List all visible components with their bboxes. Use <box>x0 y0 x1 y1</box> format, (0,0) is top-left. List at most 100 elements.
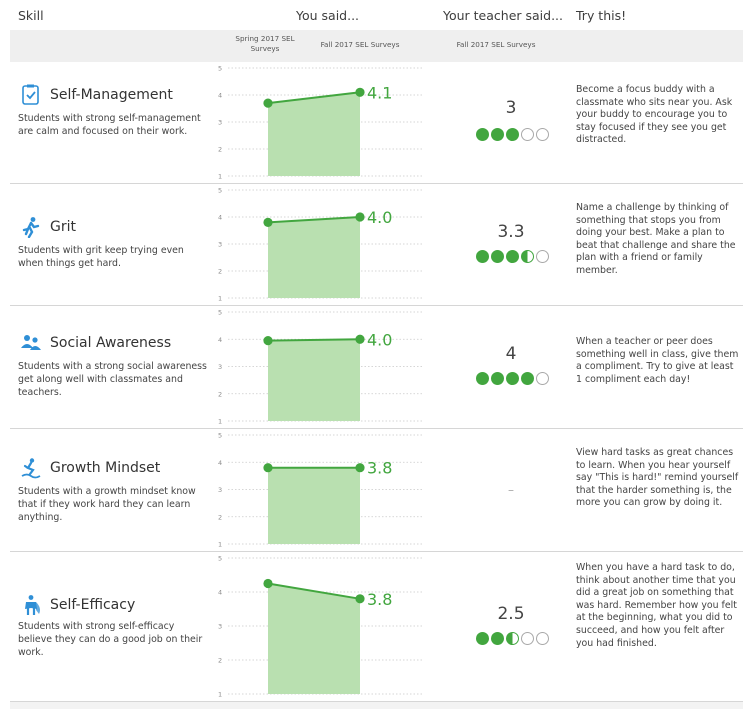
y-tick-label: 2 <box>218 268 222 276</box>
try-this-tip: View hard tasks as great chances to lear… <box>576 447 739 509</box>
rating-dot-empty <box>535 128 549 141</box>
rating-dot-full <box>475 372 489 385</box>
fall-score-label: 3.8 <box>367 590 392 609</box>
spring-point <box>263 217 273 227</box>
y-tick-label: 3 <box>218 241 222 249</box>
header-try-this: Try this! <box>576 8 627 23</box>
y-tick-label: 2 <box>218 657 222 665</box>
rating-dot-full <box>520 372 534 385</box>
score-area <box>268 217 360 298</box>
rating-dot-empty <box>535 372 549 385</box>
teacher-fall-survey-label: Fall 2017 SEL Surveys <box>456 40 536 49</box>
y-tick-label: 5 <box>218 187 222 195</box>
skill-row: Self-Management Students with strong self… <box>10 62 743 184</box>
skill-description: Students with grit keep trying even when… <box>18 245 184 269</box>
spring-point <box>263 578 273 589</box>
score-chart: 1 2 3 4 5 3.8 <box>218 555 422 699</box>
skill-row: Growth Mindset Students with a growth min… <box>10 429 743 552</box>
skill-row: Grit Students with grit keep trying even … <box>10 184 743 306</box>
rating-dot-full <box>490 250 504 263</box>
y-tick-label: 2 <box>218 390 222 398</box>
y-tick-label: 1 <box>218 173 222 181</box>
y-tick-label: 3 <box>218 119 222 127</box>
table-header: Skill You said... Your teacher said... T… <box>0 0 743 30</box>
fall-score-label: 3.8 <box>367 459 392 478</box>
skill-description: Students with a growth mindset know that… <box>18 486 196 523</box>
rating-dot-full <box>505 372 519 385</box>
skill-row: Social Awareness Students with a strong s… <box>10 306 743 429</box>
score-chart: 1 2 3 4 5 3.8 <box>218 432 422 549</box>
header-skill: Skill <box>18 8 44 23</box>
y-tick-label: 1 <box>218 691 222 699</box>
spring-point <box>263 336 273 346</box>
rating-dot-half <box>520 250 534 263</box>
survey-subheader: Spring 2017 SEL Surveys Fall 2017 SEL Su… <box>10 30 743 62</box>
teacher-score-missing: – <box>508 483 514 497</box>
fall-point <box>355 463 365 473</box>
fall-point <box>355 334 365 344</box>
skill-title: Self-Efficacy <box>20 594 135 616</box>
score-area <box>268 583 360 694</box>
fall-score-label: 4.1 <box>367 83 392 102</box>
skill-row: Self-Efficacy Students with strong self-e… <box>10 552 743 702</box>
skill-title: Growth Mindset <box>20 457 160 479</box>
y-tick-label: 3 <box>218 623 222 631</box>
teacher-score: 3.3 <box>497 222 525 242</box>
y-tick-label: 5 <box>218 309 222 317</box>
skill-name: Self-Management <box>50 87 173 103</box>
fall-score-label: 4.0 <box>367 330 392 349</box>
rating-dot-half <box>505 632 519 645</box>
skill-name: Growth Mindset <box>50 460 161 476</box>
footer-shade <box>10 702 743 709</box>
spring-point <box>263 98 273 108</box>
rating-dot-full <box>475 128 489 141</box>
clipboard-check-icon <box>20 84 42 106</box>
score-chart: 1 2 3 4 5 4.1 <box>218 65 422 181</box>
try-this-tip: When you have a hard task to do, think a… <box>576 562 737 649</box>
superhero-icon <box>20 594 42 616</box>
skill-name: Grit <box>50 219 76 235</box>
score-chart: 1 2 3 4 5 4.0 <box>218 187 422 303</box>
score-area <box>268 339 360 421</box>
rating-dot-full <box>475 250 489 263</box>
skill-name: Self-Efficacy <box>50 597 136 613</box>
y-tick-label: 1 <box>218 541 222 549</box>
y-tick-label: 3 <box>218 486 222 494</box>
rating-dot-empty <box>520 632 534 645</box>
y-tick-label: 4 <box>218 214 222 222</box>
y-tick-label: 3 <box>218 363 222 371</box>
y-tick-label: 4 <box>218 459 222 467</box>
try-this-tip: Name a challenge by thinking of somethin… <box>576 202 736 276</box>
y-tick-label: 1 <box>218 295 222 303</box>
skill-title: Self-Management <box>20 84 173 106</box>
teacher-score: 2.5 <box>497 604 525 624</box>
y-tick-label: 5 <box>218 555 222 563</box>
teacher-rating-dots <box>462 372 562 385</box>
try-this-tip: Become a focus buddy with a classmate wh… <box>576 84 733 146</box>
y-tick-label: 2 <box>218 146 222 154</box>
y-tick-label: 5 <box>218 432 222 440</box>
y-tick-label: 5 <box>218 65 222 73</box>
score-chart: 1 2 3 4 5 4.0 <box>218 309 422 426</box>
rating-dot-empty <box>535 250 549 263</box>
y-tick-label: 2 <box>218 513 222 521</box>
people-icon <box>20 332 42 354</box>
y-tick-label: 4 <box>218 589 222 597</box>
fall-score-label: 4.0 <box>367 208 392 227</box>
score-area <box>268 92 360 176</box>
rating-dot-full <box>490 632 504 645</box>
rating-dot-full <box>490 128 504 141</box>
skill-name: Social Awareness <box>50 335 172 351</box>
skill-description: Students with strong self-management are… <box>18 113 201 137</box>
teacher-score: 3 <box>505 98 517 118</box>
skill-title: Grit <box>20 216 76 239</box>
y-tick-label: 1 <box>218 418 222 426</box>
skill-description: Students with strong self-efficacy belie… <box>18 621 203 658</box>
runner-icon <box>20 216 42 239</box>
rating-dot-empty <box>535 632 549 645</box>
teacher-rating-dots <box>462 632 562 645</box>
header-teacher-said: Your teacher said... <box>443 8 564 23</box>
try-this-tip: When a teacher or peer does something we… <box>576 336 739 385</box>
rating-dot-full <box>490 372 504 385</box>
fall-point <box>355 594 365 604</box>
